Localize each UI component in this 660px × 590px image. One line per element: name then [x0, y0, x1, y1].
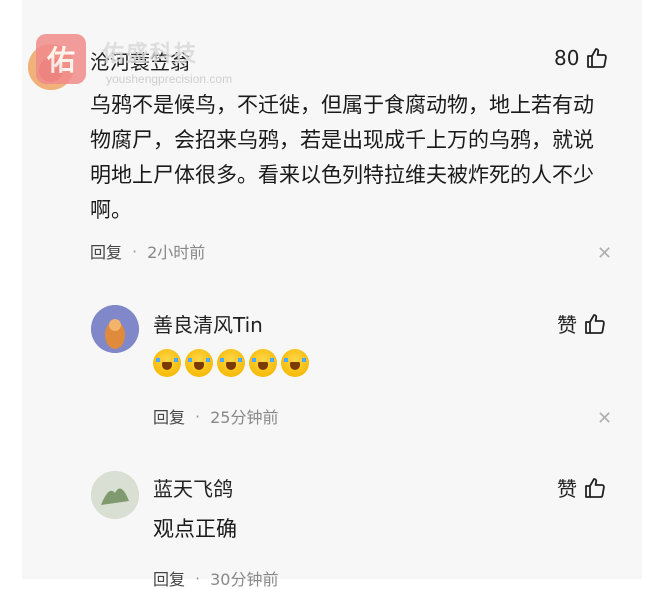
separator: ·: [132, 241, 138, 261]
like-count: 80: [554, 46, 580, 70]
comment-meta: 回复 · 2小时前: [90, 239, 205, 263]
reply-button[interactable]: 回复: [153, 566, 185, 590]
comment-text: 乌鸦不是候鸟，不迁徙，但属于食腐动物，地上若有动物腐尸，会招来乌鸦，若是出现成千…: [90, 93, 594, 222]
like-label: 赞: [557, 313, 577, 337]
thumbs-up-icon: [587, 48, 608, 68]
like-button[interactable]: 80: [554, 46, 609, 70]
like-label: 赞: [557, 477, 577, 501]
watermark: 佑 佑盛科技 youshengprecision.com: [36, 34, 246, 86]
avatar[interactable]: [91, 471, 139, 519]
timestamp: 30分钟前: [210, 570, 279, 589]
crying-laugh-emoji: [281, 349, 309, 377]
close-icon[interactable]: ✕: [597, 408, 612, 429]
close-icon[interactable]: ✕: [597, 243, 612, 264]
comment-meta: 回复 · 30分钟前: [153, 566, 278, 590]
reply-button[interactable]: 回复: [90, 239, 122, 263]
watermark-logo: 佑: [36, 34, 86, 84]
crying-laugh-emoji: [249, 349, 277, 377]
comment-text: 观点正确: [153, 517, 237, 541]
emoji-row: [153, 349, 309, 377]
crying-laugh-emoji: [185, 349, 213, 377]
watermark-url: youshengprecision.com: [106, 72, 233, 86]
like-button[interactable]: 赞: [557, 473, 607, 502]
separator: ·: [195, 568, 201, 588]
comment-author[interactable]: 蓝天飞鸽: [153, 473, 233, 502]
thumbs-up-icon: [585, 313, 605, 334]
comment-author[interactable]: 善良清风Tin: [153, 309, 263, 338]
timestamp: 25分钟前: [210, 408, 279, 427]
separator: ·: [195, 406, 201, 426]
reply-button[interactable]: 回复: [153, 404, 185, 428]
like-button[interactable]: 赞: [557, 309, 607, 338]
watermark-title: 佑盛科技: [102, 42, 199, 67]
crying-laugh-emoji: [153, 349, 181, 377]
timestamp: 2小时前: [147, 243, 206, 262]
thumbs-up-icon: [585, 477, 605, 498]
avatar[interactable]: [91, 305, 139, 353]
crying-laugh-emoji: [217, 349, 245, 377]
comment-meta: 回复 · 25分钟前: [153, 404, 278, 428]
